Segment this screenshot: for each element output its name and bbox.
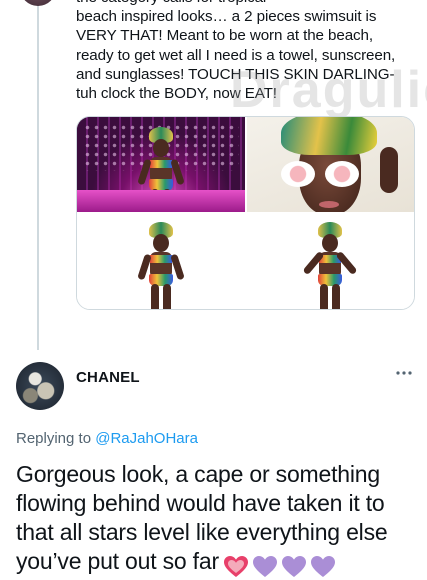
portrait-hand bbox=[380, 147, 398, 193]
replying-to-label: Replying to bbox=[16, 430, 96, 447]
more-options-icon[interactable] bbox=[394, 366, 414, 380]
sunglasses-graphic bbox=[280, 161, 363, 191]
media-image-runway[interactable] bbox=[77, 117, 245, 212]
pose-figure-1 bbox=[136, 222, 186, 309]
stage-floor bbox=[77, 190, 245, 212]
previous-tweet-avatar[interactable] bbox=[20, 0, 56, 6]
reply-text: Gorgeous look, a cape or something flowi… bbox=[16, 460, 416, 580]
tweet-text-body: the category calls for tropical beach in… bbox=[76, 0, 396, 103]
purple-heart-icon bbox=[281, 555, 306, 577]
purple-heart-icon bbox=[252, 555, 277, 577]
media-image-pose-1[interactable] bbox=[77, 214, 245, 309]
media-grid[interactable] bbox=[76, 116, 415, 310]
portrait-headwrap bbox=[280, 117, 377, 155]
media-image-portrait[interactable] bbox=[246, 117, 414, 212]
pose-figure-2 bbox=[302, 222, 358, 309]
thread-connector-line bbox=[37, 0, 39, 350]
portrait-lips bbox=[318, 201, 339, 208]
reply-author-name[interactable]: CHANEL bbox=[76, 369, 140, 386]
replying-to-line: Replying to @RaJahOHara bbox=[16, 430, 198, 447]
purple-heart-icon bbox=[310, 555, 335, 577]
avatar[interactable] bbox=[16, 362, 64, 410]
replying-to-handle-link[interactable]: @RaJahOHara bbox=[95, 430, 198, 447]
tweet-text: the category calls for tropical beach in… bbox=[76, 0, 416, 103]
media-image-pose-2[interactable] bbox=[246, 214, 414, 309]
sparkling-heart-icon bbox=[223, 555, 248, 577]
